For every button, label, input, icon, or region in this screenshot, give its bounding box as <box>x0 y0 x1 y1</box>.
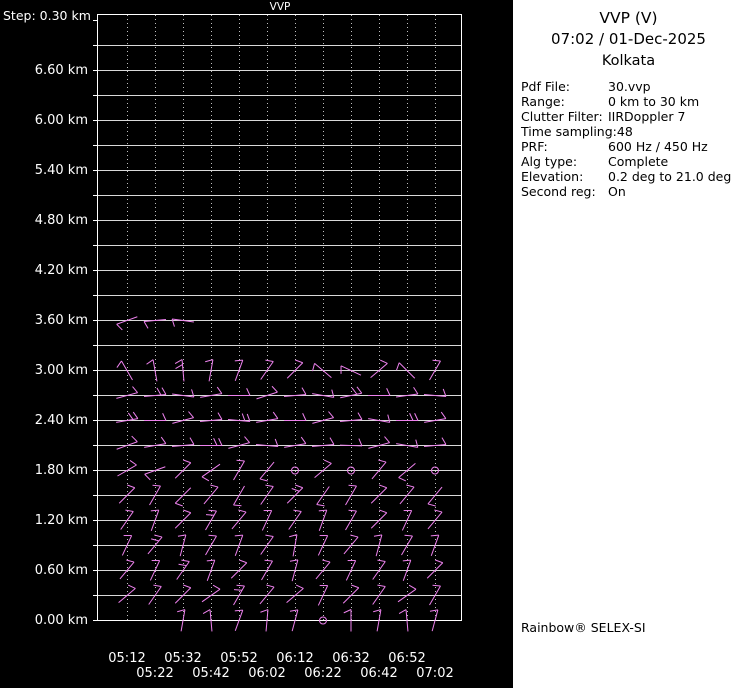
metadata-label: PRF: <box>521 139 548 154</box>
metadata-value: On <box>608 184 626 199</box>
x-axis-label: 05:42 <box>192 666 230 681</box>
metadata-row: Time sampling: 48 <box>521 124 744 139</box>
x-axis-label: 06:12 <box>276 651 314 666</box>
y-axis-label: 6.00 km <box>34 113 88 128</box>
x-axis-label: 06:02 <box>248 666 286 681</box>
y-axis-label: 0.00 km <box>34 613 88 628</box>
y-axis-label: 3.00 km <box>34 363 88 378</box>
metadata-value: 48 <box>616 124 633 139</box>
metadata-value: 30.vvp <box>608 79 651 94</box>
x-axis-label: 07:02 <box>416 666 454 681</box>
metadata-label: Pdf File: <box>521 79 570 94</box>
metadata-label: Clutter Filter: <box>521 109 603 124</box>
y-axis-label: 4.80 km <box>34 213 88 228</box>
info-panel: VVP (V) 07:02 / 01-Dec-2025 Kolkata Pdf … <box>513 0 744 688</box>
metadata-value: 600 Hz / 450 Hz <box>608 139 708 154</box>
x-axis-label: 05:22 <box>136 666 174 681</box>
metadata-label: Time sampling: <box>521 124 617 139</box>
y-axis-label: 1.80 km <box>34 463 88 478</box>
y-axis-label: 3.60 km <box>34 313 88 328</box>
x-axis-label: 06:32 <box>332 651 370 666</box>
metadata-fields: Pdf File: 30.vvp Range: 0 km to 30 km Clutte… <box>521 79 744 199</box>
y-axis-label: 4.20 km <box>34 263 88 278</box>
metadata-value: Complete <box>608 154 669 169</box>
metadata-label: Alg type: <box>521 154 578 169</box>
brand-footer: Rainbow® SELEX-SI <box>521 620 646 635</box>
y-axis-label: 1.20 km <box>34 513 88 528</box>
metadata-label: Range: <box>521 94 565 109</box>
x-axis-label: 05:32 <box>164 651 202 666</box>
product-title: VVP (V) <box>599 9 658 27</box>
metadata-row: Second reg: On <box>521 184 744 199</box>
station-name: Kolkata <box>601 53 656 69</box>
y-axis-label: 5.40 km <box>34 163 88 178</box>
metadata-value: 0 km to 30 km <box>608 94 700 109</box>
y-axis-label: 0.60 km <box>34 563 88 578</box>
x-axis-label: 05:12 <box>108 651 146 666</box>
metadata-row: Alg type: Complete <box>521 154 744 169</box>
plot-title: VVP <box>269 1 291 13</box>
metadata-row: Clutter Filter: IIRDoppler 7 <box>521 109 744 124</box>
metadata-value: 0.2 deg to 21.0 deg <box>608 169 732 184</box>
scan-datetime: 07:02 / 01-Dec-2025 <box>551 30 706 48</box>
y-axis-label: 6.60 km <box>34 63 88 78</box>
metadata-label: Second reg: <box>521 184 596 199</box>
y-axis-label: 2.40 km <box>34 413 88 428</box>
metadata-row: Elevation: 0.2 deg to 21.0 deg <box>521 169 744 184</box>
metadata-value: IIRDoppler 7 <box>608 109 686 124</box>
metadata-row: Range: 0 km to 30 km <box>521 94 744 109</box>
wind-barb-chart <box>93 14 462 632</box>
metadata-label: Elevation: <box>521 169 584 184</box>
x-axis-label: 06:22 <box>304 666 342 681</box>
altitude-step-label: Step: 0.30 km <box>3 8 91 23</box>
metadata-row: PRF: 600 Hz / 450 Hz <box>521 139 744 154</box>
metadata-row: Pdf File: 30.vvp <box>521 79 744 94</box>
x-axis-label: 05:52 <box>220 651 258 666</box>
x-axis-label: 06:52 <box>388 651 426 666</box>
x-axis-label: 06:42 <box>360 666 398 681</box>
vvp-product-window: Step: 0.30 km VVP 6.60 km 6.00 km 5.40 km 4… <box>0 0 744 688</box>
